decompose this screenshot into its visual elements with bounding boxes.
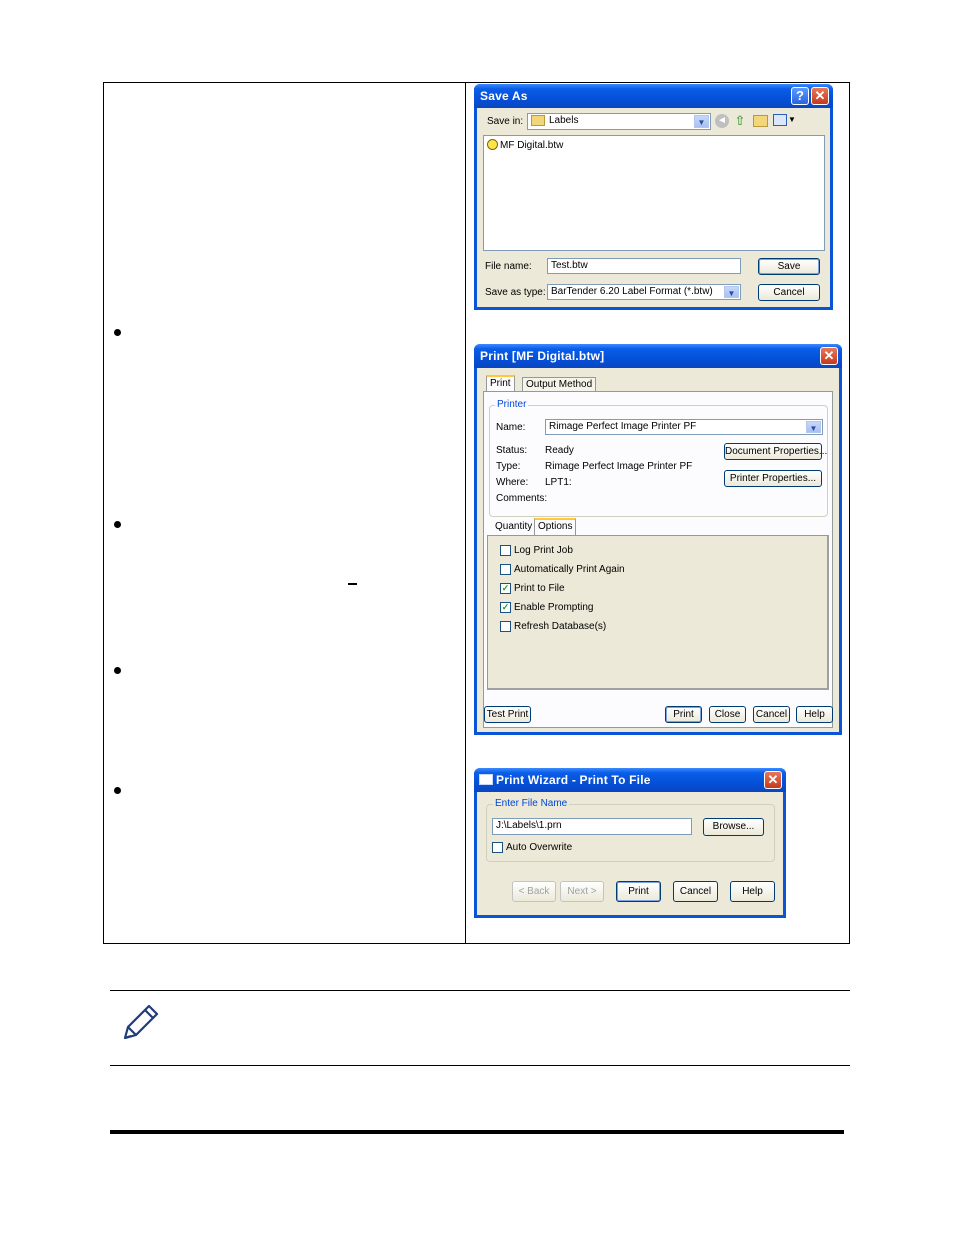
view-menu-icon[interactable]: [773, 114, 787, 126]
chevron-down-icon[interactable]: ▼: [806, 421, 821, 433]
print-to-file-checkbox[interactable]: ✓: [500, 583, 511, 594]
bartender-file-icon: [487, 139, 498, 150]
help-button[interactable]: Help: [730, 881, 775, 902]
wizard-title: Print Wizard - Print To File: [496, 773, 651, 787]
auto-overwrite-checkbox[interactable]: [492, 842, 503, 853]
save-in-label: Save in:: [487, 116, 524, 127]
printer-name-value: Rimage Perfect Image Printer PF: [549, 421, 697, 432]
underline-mark: [348, 583, 357, 585]
where-label: Where:: [496, 477, 529, 488]
enable-prompting-checkbox[interactable]: ✓: [500, 602, 511, 613]
file-list[interactable]: MF Digital.btw: [483, 135, 825, 251]
back-button[interactable]: < Back: [512, 881, 556, 902]
table-column-divider: [465, 82, 466, 944]
print-to-file-label[interactable]: Print to File: [514, 583, 565, 594]
refresh-database-checkbox[interactable]: [500, 621, 511, 632]
test-print-button[interactable]: Test Print: [484, 706, 531, 723]
bullet-2: [114, 521, 121, 528]
log-print-job-label[interactable]: Log Print Job: [514, 545, 573, 556]
print-wizard-dialog: Print Wizard - Print To File ✕ Enter Fil…: [474, 768, 786, 918]
file-path-input[interactable]: J:\Labels\1.prn: [492, 818, 692, 835]
chevron-down-icon[interactable]: ▼: [724, 286, 739, 298]
cancel-button[interactable]: Cancel: [753, 706, 790, 723]
comments-label: Comments:: [496, 493, 548, 504]
cancel-button[interactable]: Cancel: [673, 881, 718, 902]
back-arrow-icon[interactable]: ◄: [715, 114, 729, 128]
wizard-client: Enter File Name J:\Labels\1.prn Browse..…: [477, 792, 783, 915]
pencil-icon: [119, 1000, 163, 1044]
up-folder-icon[interactable]: ⇧: [733, 113, 747, 128]
bullet-3: [114, 667, 121, 674]
tab-options[interactable]: Options: [534, 518, 577, 535]
note-top-rule: [110, 990, 850, 991]
status-value: Ready: [545, 445, 574, 456]
type-label: Type:: [496, 461, 521, 472]
enter-file-name-title: Enter File Name: [493, 798, 570, 809]
print-button[interactable]: Print: [616, 881, 661, 902]
save-as-dialog: Save As ? ✕ Save in: Labels ▼ ◄ ⇧ ▼ MF D…: [474, 84, 833, 310]
save-button[interactable]: Save: [758, 258, 820, 275]
save-in-combo[interactable]: Labels ▼: [527, 113, 711, 130]
status-label: Status:: [496, 445, 528, 456]
auto-print-again-label[interactable]: Automatically Print Again: [514, 564, 625, 575]
log-print-job-checkbox[interactable]: [500, 545, 511, 556]
folder-icon: [531, 115, 545, 126]
print-title: Print [MF Digital.btw]: [480, 349, 605, 363]
cancel-button[interactable]: Cancel: [758, 284, 820, 301]
tab-print[interactable]: Print: [486, 375, 515, 391]
tab-output-method[interactable]: Output Method: [522, 377, 597, 391]
refresh-database-label[interactable]: Refresh Database(s): [514, 621, 606, 632]
checkmark-icon: ✓: [501, 602, 510, 612]
footer-rule: [110, 1130, 844, 1134]
close-icon[interactable]: ✕: [764, 771, 782, 789]
document-properties-button[interactable]: Document Properties...: [724, 443, 827, 460]
auto-overwrite-label[interactable]: Auto Overwrite: [506, 842, 572, 853]
close-icon[interactable]: ✕: [811, 87, 829, 105]
save-as-titlebar: Save As ? ✕: [474, 84, 833, 108]
browse-button[interactable]: Browse...: [703, 818, 764, 836]
window-icon: [479, 774, 493, 785]
print-dialog: Print [MF Digital.btw] ✕ Print Output Me…: [474, 344, 842, 735]
help-icon[interactable]: ?: [791, 87, 809, 105]
print-client: Print Output Method Printer Name: Rimage…: [477, 368, 839, 732]
enable-prompting-label[interactable]: Enable Prompting: [514, 602, 594, 613]
save-as-type-label: Save as type:: [485, 287, 546, 298]
help-button[interactable]: Help: [796, 706, 833, 723]
chevron-down-icon[interactable]: ▼: [788, 115, 796, 124]
checkmark-icon: ✓: [501, 583, 510, 593]
list-item[interactable]: MF Digital.btw: [500, 140, 563, 151]
save-as-title: Save As: [480, 89, 528, 103]
next-button[interactable]: Next >: [560, 881, 604, 902]
printer-name-label: Name:: [496, 422, 526, 433]
close-button[interactable]: Close: [709, 706, 746, 723]
close-icon[interactable]: ✕: [820, 347, 838, 365]
printer-group-title: Printer: [495, 399, 529, 410]
bullet-1: [114, 329, 121, 336]
print-titlebar: Print [MF Digital.btw] ✕: [474, 344, 842, 368]
save-as-client: Save in: Labels ▼ ◄ ⇧ ▼ MF Digital.btw F…: [477, 108, 830, 307]
tab-quantity[interactable]: Quantity: [492, 520, 535, 535]
note-bottom-rule: [110, 1065, 850, 1066]
save-in-value: Labels: [549, 115, 579, 127]
file-name-label: File name:: [485, 261, 532, 272]
save-as-type-combo[interactable]: BarTender 6.20 Label Format (*.btw) ▼: [547, 284, 741, 300]
save-as-type-value: BarTender 6.20 Label Format (*.btw): [551, 286, 713, 297]
where-value: LPT1:: [545, 477, 572, 488]
printer-name-combo[interactable]: Rimage Perfect Image Printer PF ▼: [545, 419, 823, 435]
printer-properties-button[interactable]: Printer Properties...: [724, 470, 822, 487]
wizard-titlebar: Print Wizard - Print To File ✕: [474, 768, 786, 792]
new-folder-icon[interactable]: [753, 115, 768, 127]
file-name-input[interactable]: Test.btw: [547, 258, 741, 274]
chevron-down-icon[interactable]: ▼: [694, 115, 709, 128]
print-button[interactable]: Print: [665, 706, 702, 723]
bullet-4: [114, 787, 121, 794]
auto-print-again-checkbox[interactable]: [500, 564, 511, 575]
type-value: Rimage Perfect Image Printer PF: [545, 461, 693, 472]
